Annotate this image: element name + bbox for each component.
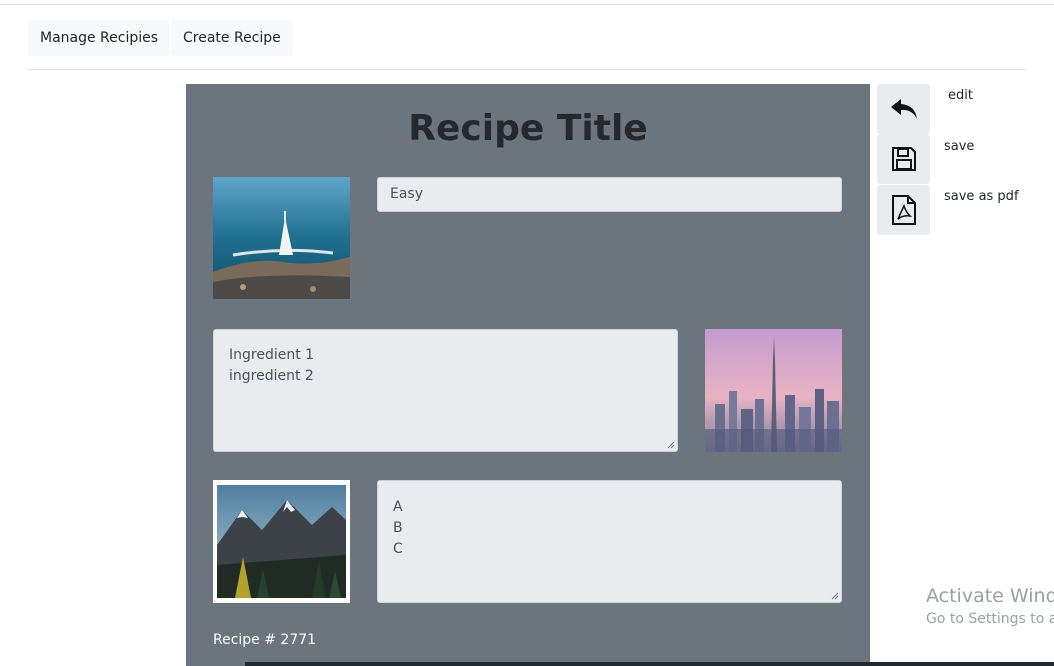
ingredient-line: ingredient 2 (229, 368, 314, 384)
steps-textarea[interactable]: A B C (377, 480, 842, 603)
manage-recipes-button[interactable]: Manage Recipies (28, 20, 171, 56)
save-button[interactable] (877, 134, 930, 184)
edit-button[interactable] (877, 84, 930, 134)
recipe-image-1[interactable] (213, 177, 350, 299)
save-as-pdf-button[interactable] (877, 185, 930, 235)
edit-label: edit (948, 88, 973, 103)
resize-handle-icon[interactable] (831, 592, 839, 600)
recipe-card: Recipe Title Easy Ingredient 1 ingredien… (186, 84, 870, 666)
step-line: A (393, 499, 403, 515)
resize-handle-icon[interactable] (667, 441, 675, 449)
create-recipe-button[interactable]: Create Recipe (171, 20, 293, 56)
windows-settings-text: Go to Settings to ac (926, 611, 1054, 627)
floppy-disk-icon (891, 147, 916, 171)
step-line: C (393, 541, 403, 557)
difficulty-input[interactable]: Easy (377, 177, 842, 212)
difficulty-value: Easy (390, 186, 424, 202)
ingredients-textarea[interactable]: Ingredient 1 ingredient 2 (213, 329, 678, 452)
step-line: B (393, 520, 403, 536)
save-label: save (944, 139, 975, 154)
windows-activation-text: Activate Windo (926, 585, 1054, 607)
recipe-title: Recipe Title (408, 108, 648, 149)
ingredient-line: Ingredient 1 (229, 347, 315, 363)
recipe-image-2[interactable] (705, 329, 842, 452)
recipe-number: Recipe # 2771 (213, 632, 317, 648)
undo-arrow-icon (890, 99, 917, 119)
pdf-file-icon (891, 195, 916, 225)
top-border (0, 4, 1054, 5)
recipe-image-3[interactable] (213, 480, 350, 603)
nav-divider (28, 69, 1026, 70)
save-as-pdf-label: save as pdf (944, 189, 1019, 204)
taskbar (245, 662, 1054, 666)
